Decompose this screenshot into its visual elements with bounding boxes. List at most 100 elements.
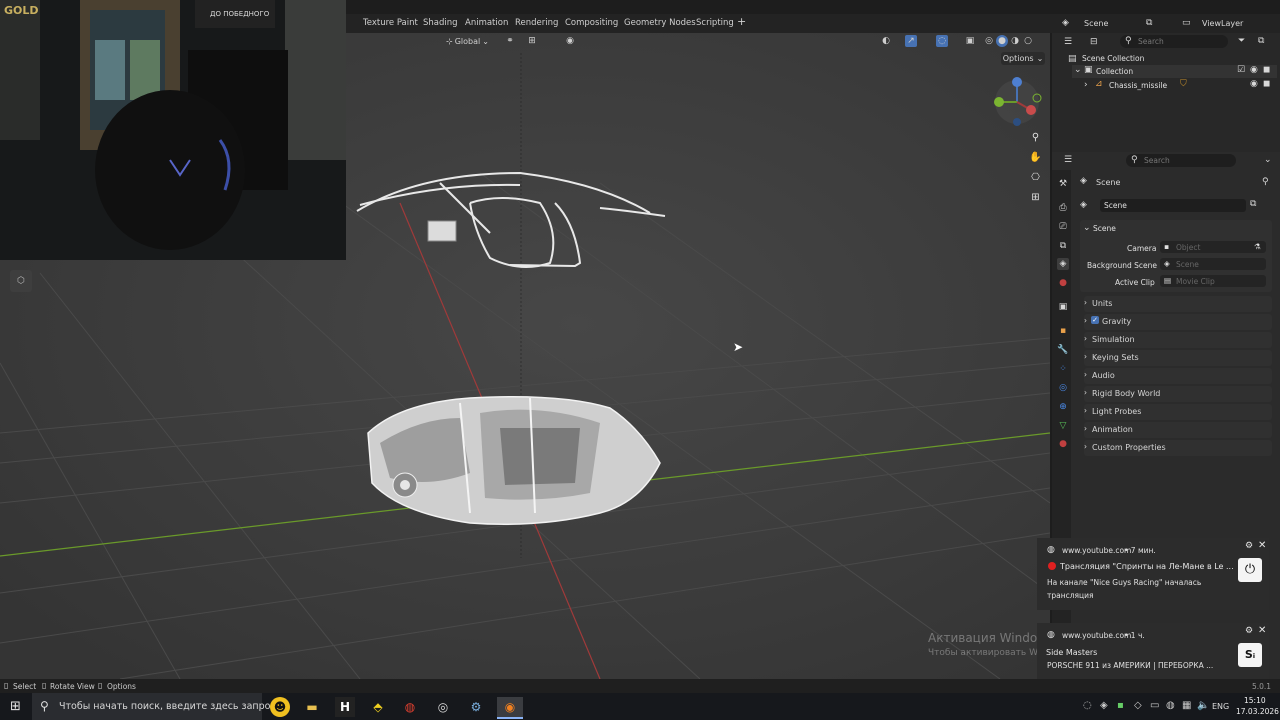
volume-icon[interactable]: 🔈 — [1197, 700, 1209, 711]
eye-icon[interactable]: ◉ — [1250, 65, 1258, 75]
taskbar-search[interactable]: ⚲ Чтобы начать поиск, введите здесь запр… — [32, 693, 276, 720]
gizmo-toggle-icon[interactable]: ↗ — [905, 35, 917, 47]
display-mode-icon[interactable]: ⊟ — [1090, 37, 1098, 47]
object-tab-icon[interactable]: ▪ — [1057, 325, 1069, 337]
windows-start-icon[interactable]: ⊞ — [10, 699, 21, 714]
collection-tab-icon[interactable]: ▣ — [1057, 301, 1069, 313]
active-clip-field[interactable]: ▤ Movie Clip — [1160, 275, 1266, 287]
data-tab-icon[interactable]: ▽ — [1057, 420, 1069, 432]
network-icon[interactable]: ▭ — [1150, 700, 1159, 711]
eye-icon[interactable]: ◉ — [1250, 79, 1258, 89]
zoom-icon[interactable]: ⚲ — [1027, 129, 1044, 146]
background-scene-field[interactable]: ◈ Scene — [1160, 258, 1266, 270]
scene-name-field[interactable]: Scene — [1100, 199, 1246, 212]
solid-shading-icon[interactable]: ● — [996, 35, 1008, 47]
tray-icon[interactable]: ◍ — [1166, 700, 1175, 711]
blender-icon[interactable]: ◉ — [497, 697, 523, 719]
rendered-shading-icon[interactable]: ○ — [1022, 35, 1034, 47]
snap-icon[interactable]: ⊞ — [526, 35, 538, 47]
constraints-tab-icon[interactable]: ⊕ — [1057, 401, 1069, 413]
app-icon[interactable]: ⬘ — [368, 697, 388, 717]
tab-geometry-nodes[interactable]: Geometry Nodes — [624, 18, 696, 28]
scene-collection-label[interactable]: Scene Collection — [1082, 54, 1144, 63]
new-collection-icon[interactable]: ⧉ — [1258, 36, 1264, 46]
tab-scripting[interactable]: Scripting — [696, 18, 734, 28]
expand-icon[interactable]: ⌄ — [1083, 223, 1091, 233]
physics-tab-icon[interactable]: ◎ — [1057, 382, 1069, 394]
app-icon[interactable]: ☻ — [270, 697, 290, 717]
camera-icon[interactable]: ◼ — [1263, 65, 1270, 75]
collection-row[interactable]: ⌄ ▣ Collection ☑ ◉ ◼ — [1072, 65, 1277, 78]
world-tab-icon[interactable]: ● — [1057, 277, 1069, 289]
notification-card[interactable]: ◍ www.youtube.com • 7 мин. ⚙ ✕ Трансляци… — [1037, 538, 1269, 610]
overlay-toggle-icon[interactable]: ◌ — [936, 35, 948, 47]
chrome-icon[interactable]: ◍ — [400, 697, 420, 717]
tab-texture-paint[interactable]: Texture Paint — [363, 18, 418, 28]
camera-icon[interactable]: ◼ — [1263, 79, 1270, 89]
tray-icon[interactable]: ◌ — [1083, 700, 1092, 711]
tray-icon[interactable]: ◇ — [1134, 700, 1142, 711]
object-label[interactable]: Chassis_missile — [1109, 81, 1167, 90]
gear-icon[interactable]: ⚙ — [1245, 626, 1253, 636]
app-h-icon[interactable]: H — [335, 697, 355, 717]
clock-date[interactable]: 17.03.2026 — [1236, 707, 1279, 716]
grid-view-icon[interactable]: ⊞ — [1027, 189, 1044, 206]
view-layer-tab-icon[interactable]: ⧉ — [1057, 240, 1069, 252]
options-dropdown[interactable]: Options ⌄ — [1001, 52, 1045, 65]
outliner-editor-icon[interactable]: ☰ — [1064, 37, 1072, 47]
tray-icon[interactable]: ▪ — [1117, 700, 1124, 711]
wireframe-shading-icon[interactable]: ◎ — [983, 35, 995, 47]
tray-icon[interactable]: ◈ — [1100, 700, 1108, 711]
notification-card[interactable]: ◍ www.youtube.com • 1 ч. ⚙ ✕ Side Master… — [1037, 623, 1269, 679]
clock-time[interactable]: 15:10 — [1244, 696, 1266, 705]
visibility-icon[interactable]: ◐ — [880, 35, 892, 47]
expand-icon[interactable]: ⌄ — [1074, 65, 1082, 75]
scene-panel-title[interactable]: Scene — [1093, 224, 1116, 233]
pin-icon[interactable]: ⚲ — [1262, 177, 1269, 187]
orientation-dropdown[interactable]: ⊹ Global ⌄ — [446, 35, 489, 48]
material-shading-icon[interactable]: ◑ — [1009, 35, 1021, 47]
new-scene-icon[interactable]: ⧉ — [1250, 199, 1256, 209]
add-workspace-button[interactable]: + — [737, 15, 746, 28]
pan-hand-icon[interactable]: ✋ — [1027, 149, 1044, 166]
outliner-search[interactable]: ⚲ Search — [1120, 35, 1228, 48]
gravity-checkbox[interactable]: ✓ — [1091, 316, 1099, 324]
chevron-down-icon[interactable]: ⌄ — [1264, 155, 1272, 165]
scene-name[interactable]: Scene — [1084, 19, 1108, 28]
new-scene-icon[interactable]: ⧉ — [1146, 18, 1152, 28]
tab-shading[interactable]: Shading — [423, 18, 458, 28]
close-icon[interactable]: ✕ — [1258, 540, 1266, 551]
eyedropper-icon[interactable]: ⚗ — [1254, 242, 1261, 251]
properties-search[interactable]: ⚲ Search — [1126, 154, 1236, 167]
camera-view-icon[interactable]: ⎔ — [1027, 169, 1044, 186]
steam-icon[interactable]: ⚙ — [466, 697, 486, 717]
properties-editor-icon[interactable]: ☰ — [1064, 155, 1072, 165]
section-label: Units — [1092, 299, 1113, 308]
scene-tab-icon[interactable]: ◈ — [1057, 258, 1069, 270]
view-layer-name[interactable]: ViewLayer — [1202, 19, 1243, 28]
file-explorer-icon[interactable]: ▬ — [302, 697, 322, 717]
output-tab-icon[interactable]: ⎚ — [1057, 221, 1069, 233]
camera-field[interactable]: ▪ Object ⚗ — [1160, 241, 1266, 253]
tool-tab-icon[interactable]: ⚒ — [1057, 178, 1069, 190]
particles-tab-icon[interactable]: ⁘ — [1057, 363, 1069, 375]
tab-compositing[interactable]: Compositing — [565, 18, 618, 28]
tab-animation[interactable]: Animation — [465, 18, 508, 28]
navigation-gizmo[interactable] — [987, 74, 1047, 126]
checkbox-icon[interactable]: ☑ — [1237, 65, 1245, 75]
pivot-icon[interactable]: ⚭ — [504, 35, 516, 47]
close-icon[interactable]: ✕ — [1258, 625, 1266, 636]
tab-rendering[interactable]: Rendering — [515, 18, 558, 28]
expand-icon[interactable]: › — [1084, 80, 1088, 90]
add-cube-tool-icon[interactable]: ⬡ — [10, 270, 32, 292]
material-tab-icon[interactable]: ● — [1057, 438, 1069, 450]
app-icon[interactable]: ◎ — [433, 697, 453, 717]
language-indicator[interactable]: ENG — [1212, 702, 1229, 711]
xray-icon[interactable]: ▣ — [964, 35, 976, 47]
filter-icon[interactable]: ⏷ — [1238, 36, 1245, 46]
gear-icon[interactable]: ⚙ — [1245, 541, 1253, 551]
proportional-edit-icon[interactable]: ◉ — [564, 35, 576, 47]
render-tab-icon[interactable]: ⎙ — [1057, 202, 1069, 214]
modifier-tab-icon[interactable]: 🔧 — [1057, 344, 1069, 356]
tray-icon[interactable]: ▦ — [1182, 700, 1191, 711]
